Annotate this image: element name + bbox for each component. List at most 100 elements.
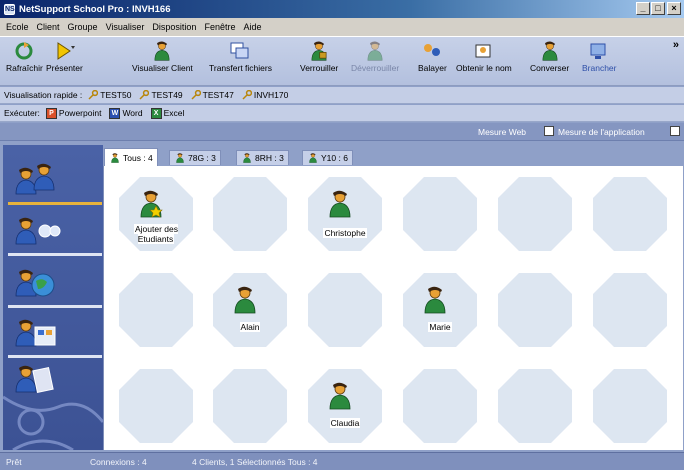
tab-label: Y10 : 6 [321,153,348,163]
nav-view-button[interactable] [11,213,61,249]
tile-background [213,177,287,251]
connect-label: Brancher [582,63,617,73]
menu-fenetre[interactable]: Fenêtre [200,22,239,32]
refresh-button[interactable]: Rafraîchir [6,41,43,85]
run-bar: Exécuter: P Powerpoint W Word X Excel [0,105,684,122]
student-tile[interactable]: Marie [402,272,478,348]
menu-client[interactable]: Client [33,22,64,32]
measure-app-checkbox[interactable] [670,126,680,136]
view-client-label: Visualiser Client [132,63,193,73]
tile-background [498,177,572,251]
group-icon [309,153,317,163]
lock-button[interactable]: Verrouiller [300,41,338,85]
measure-web-checkbox[interactable] [544,126,554,136]
tile-background [119,273,193,347]
minimize-button[interactable]: _ [636,2,650,15]
transfer-files-button[interactable]: Transfert fichiers [209,41,272,85]
present-button[interactable]: Présenter [46,41,83,85]
unlock-button[interactable]: Déverrouiller [351,41,399,85]
left-panel [3,145,103,450]
measure-web-label: Mesure Web [478,127,527,137]
quick-view-item[interactable]: TEST49 [139,90,183,100]
menu-ecole[interactable]: Ecole [2,22,33,32]
scan-button[interactable]: Balayer [418,41,447,85]
tab-label: Tous : 4 [123,152,153,163]
student-tile[interactable]: Claudia [307,368,383,444]
tab-78g[interactable]: 78G : 3 [169,150,221,165]
unlock-icon [367,41,383,61]
close-button[interactable]: × [667,2,681,15]
run-word[interactable]: W Word [109,107,143,119]
group-icon [176,153,184,163]
refresh-icon [15,42,33,60]
status-bar: Prêt Connexions : 4 4 Clients, 1 Sélecti… [0,452,684,470]
empty-seat [592,176,668,252]
tab-label: 8RH : 3 [255,153,284,163]
student-icon [234,286,256,314]
student-name: Alain [239,322,261,332]
nav-students-button[interactable] [11,161,61,197]
present-icon [57,42,76,60]
maximize-button[interactable]: □ [651,2,665,15]
toolbar-overflow-button[interactable]: » [673,39,679,51]
globe-icon [15,269,55,297]
menu-disposition[interactable]: Disposition [148,22,200,32]
run-excel[interactable]: X Excel [150,107,184,119]
quick-view-item[interactable]: TEST47 [191,90,234,100]
app-icon: NS [4,3,15,15]
tab-all[interactable]: Tous : 4 [104,148,158,166]
quick-view-item[interactable]: INVH170 [242,90,288,100]
tile-background [403,369,477,443]
empty-seat [118,272,194,348]
unlock-label: Déverrouiller [351,63,400,73]
student-name: Ajouter des Etudiants [134,224,178,244]
quick-view-item-label: TEST49 [151,90,183,100]
tile-background [593,273,667,347]
run-powerpoint[interactable]: P Powerpoint [45,107,101,119]
tile-background [403,177,477,251]
get-name-label: Obtenir le nom [456,63,512,73]
present-label: Présenter [46,63,83,73]
nav-web-button[interactable] [11,265,61,301]
nav-divider [8,253,102,256]
connect-button[interactable]: Brancher [582,41,617,85]
menu-groupe[interactable]: Groupe [64,22,102,32]
menu-visualiser[interactable]: Visualiser [102,22,149,32]
student-name: Claudia [329,418,361,428]
applications-icon [15,319,56,347]
empty-seat [497,272,573,348]
add-students-tile[interactable]: Ajouter des Etudiants [118,176,194,252]
view-client-button[interactable]: Visualiser Client [132,41,193,85]
student-tile[interactable]: Christophe [307,176,383,252]
connections-count: Connexions : 4 [90,457,147,467]
student-icon [424,286,446,314]
quick-view-item-label: TEST50 [100,90,132,100]
empty-seat [118,368,194,444]
chat-button[interactable]: Converser [530,41,569,85]
nav-divider [8,202,102,205]
excel-icon: X [150,107,162,119]
view-client-icon [154,41,170,61]
status-text: Prêt [6,457,22,467]
transfer-files-label: Transfert fichiers [209,63,272,73]
refresh-label: Rafraîchir [6,63,43,73]
key-icon [191,90,201,100]
nav-apps-button[interactable] [11,315,61,351]
tile-background [498,369,572,443]
toolbar: Rafraîchir Présenter Visualiser Client T… [0,36,684,86]
quick-view-item[interactable]: TEST50 [88,90,131,100]
nav-divider [8,355,102,358]
menu-aide[interactable]: Aide [239,22,265,32]
group-icon [243,153,251,163]
measure-app-label: Mesure de l'application [558,127,645,137]
tab-8rh[interactable]: 8RH : 3 [236,150,289,165]
quick-view-bar: Visualisation rapide : TEST50 TEST49 TES… [0,87,684,104]
tab-y10[interactable]: Y10 : 6 [302,150,353,165]
window-title: NetSupport School Pro : INVH166 [19,3,171,15]
key-icon [139,90,150,100]
tile-background [498,273,572,347]
tile-background [213,369,287,443]
key-icon [242,90,252,100]
student-tile[interactable]: Alain [212,272,288,348]
get-name-button[interactable]: Obtenir le nom [456,41,512,85]
